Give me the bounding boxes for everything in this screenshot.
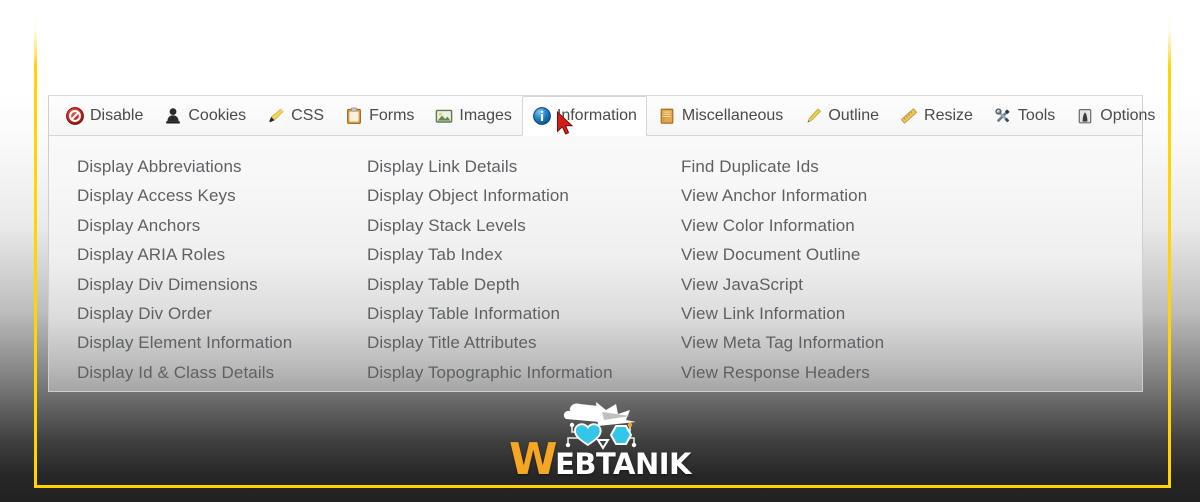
menu-item[interactable]: Display Tab Index [367, 240, 666, 269]
tab-options[interactable]: Options [1065, 96, 1165, 135]
tab-forms[interactable]: Forms [334, 96, 424, 135]
menu-item[interactable]: View Document Outline [681, 240, 1006, 269]
stamp-icon [163, 106, 183, 126]
mouse-pointer [556, 110, 576, 137]
menu-item[interactable]: Find Duplicate Ids [681, 152, 1006, 181]
book-icon [657, 106, 677, 126]
menu-item[interactable]: Display Div Order [77, 299, 352, 328]
webtanik-wordmark: W EBTANIK [509, 434, 691, 485]
menu-item[interactable]: View Anchor Information [681, 181, 1006, 210]
pencil-icon [803, 106, 823, 126]
options-icon [1075, 106, 1095, 126]
ruler-icon [899, 106, 919, 126]
tab-resize[interactable]: Resize [889, 96, 983, 135]
tab-miscellaneous[interactable]: Miscellaneous [647, 96, 793, 135]
menu-item[interactable]: View Link Information [681, 299, 1006, 328]
menu-item[interactable]: Display Object Information [367, 181, 666, 210]
tab-disable[interactable]: Disable [55, 96, 153, 135]
menu-item[interactable]: Display Stack Levels [367, 211, 666, 240]
info-circle-icon [532, 106, 552, 126]
picture-icon [434, 106, 454, 126]
information-menu-column-2: Display Link Details Display Object Info… [352, 152, 666, 387]
menu-item[interactable]: View JavaScript [681, 270, 1006, 299]
tab-information[interactable]: Information [521, 96, 647, 136]
web-developer-toolbar-panel: Disable Cookies CSS Forms Images Informa… [48, 95, 1155, 392]
tab-forms-label: Forms [369, 106, 415, 124]
menu-item[interactable]: Display Title Attributes [367, 328, 666, 357]
tab-outline-label: Outline [828, 106, 880, 124]
menu-item[interactable]: Display Topographic Information [367, 358, 666, 387]
wrench-screwdriver-icon [993, 106, 1013, 126]
menu-item[interactable]: View Color Information [681, 211, 1006, 240]
tab-tools[interactable]: Tools [983, 96, 1065, 135]
webtanik-rest-letters: EBTANIK [555, 447, 691, 481]
tab-cookies[interactable]: Cookies [153, 96, 256, 135]
menu-item[interactable]: Display Access Keys [77, 181, 352, 210]
prohibition-icon [65, 106, 85, 126]
tab-disable-label: Disable [90, 106, 144, 124]
menu-item[interactable]: Display Div Dimensions [77, 270, 352, 299]
toolbar-tabstrip: Disable Cookies CSS Forms Images Informa… [49, 96, 1155, 136]
webtanik-w-letter: W [509, 434, 558, 485]
tab-cookies-label: Cookies [188, 106, 247, 124]
clipboard-icon [344, 106, 364, 126]
information-menu-column-1: Display Abbreviations Display Access Key… [49, 152, 352, 387]
menu-item[interactable]: Display Abbreviations [77, 152, 352, 181]
information-menu-column-3: Find Duplicate Ids View Anchor Informati… [666, 152, 1006, 387]
menu-item[interactable]: Display Element Information [77, 328, 352, 357]
tab-tools-label: Tools [1017, 106, 1056, 124]
menu-item[interactable]: Display ARIA Roles [77, 240, 352, 269]
paintbrush-icon [266, 106, 286, 126]
menu-item[interactable]: Display Anchors [77, 211, 352, 240]
menu-item[interactable]: Display Id & Class Details [77, 358, 352, 387]
tab-images[interactable]: Images [424, 96, 521, 135]
webtanik-mascot-icon [540, 398, 660, 456]
tab-images-label: Images [459, 106, 512, 124]
menu-item[interactable]: Display Link Details [367, 152, 666, 181]
menu-item[interactable]: Display Table Depth [367, 270, 666, 299]
information-menu-body: Display Abbreviations Display Access Key… [49, 136, 1142, 387]
tab-css[interactable]: CSS [256, 96, 334, 135]
tab-options-label: Options [1100, 106, 1156, 124]
tab-outline[interactable]: Outline [793, 96, 889, 135]
menu-item[interactable]: View Meta Tag Information [681, 328, 1006, 357]
tab-css-label: CSS [291, 106, 325, 124]
webtanik-watermark: W EBTANIK [0, 398, 1200, 488]
menu-item[interactable]: Display Table Information [367, 299, 666, 328]
tab-resize-label: Resize [924, 106, 973, 124]
tab-miscellaneous-label: Miscellaneous [681, 106, 784, 124]
menu-item[interactable]: View Response Headers [681, 358, 1006, 387]
